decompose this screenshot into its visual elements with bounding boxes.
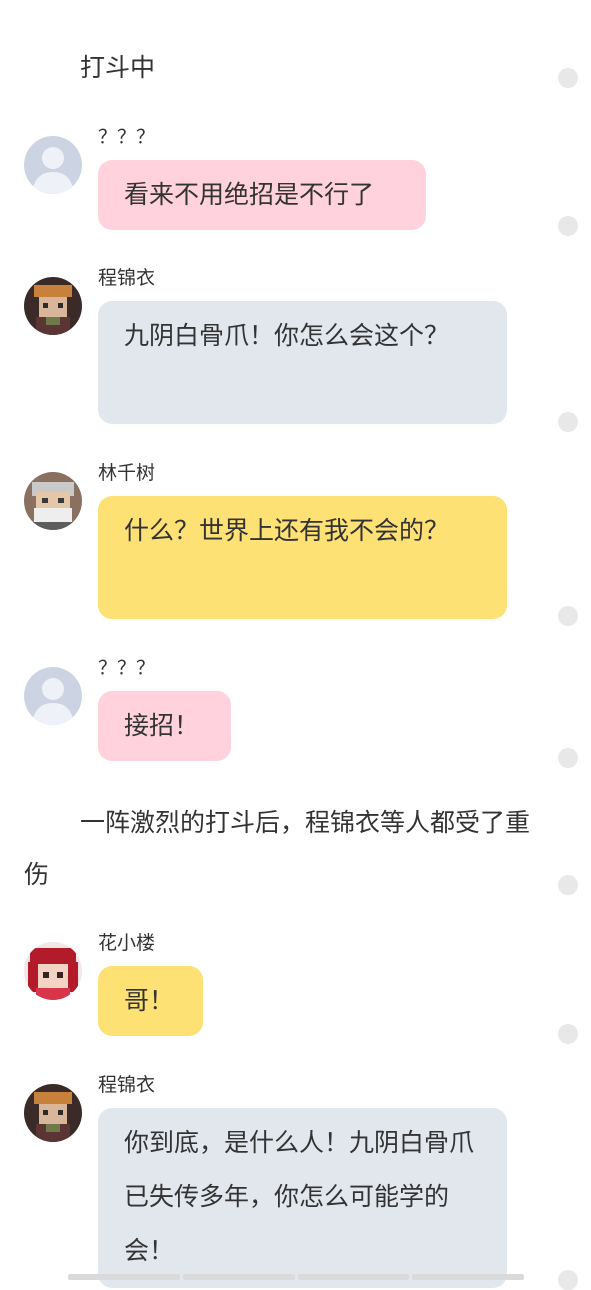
scroll-segment bbox=[182, 1274, 295, 1280]
character-avatar-icon[interactable] bbox=[24, 277, 82, 335]
dot-indicator[interactable] bbox=[558, 1024, 578, 1044]
message-bubble[interactable]: 什么？世界上还有我不会的？ bbox=[98, 496, 507, 619]
character-avatar-icon[interactable] bbox=[24, 472, 82, 530]
message-bubble[interactable]: 九阴白骨爪！你怎么会这个？ bbox=[98, 301, 507, 424]
narration-text: 打斗中 bbox=[80, 53, 156, 82]
dot-indicator[interactable] bbox=[558, 68, 578, 88]
speaker-name: 程锦衣 bbox=[98, 1074, 156, 1096]
dot-indicator[interactable] bbox=[558, 1270, 578, 1290]
dot-indicator[interactable] bbox=[558, 748, 578, 768]
character-avatar-icon[interactable] bbox=[24, 1084, 82, 1142]
message-bubble[interactable]: 哥！ bbox=[98, 966, 203, 1036]
scroll-segment bbox=[297, 1274, 410, 1280]
scroll-segment bbox=[412, 1274, 524, 1280]
default-avatar-icon[interactable] bbox=[24, 667, 82, 725]
speaker-name: ？？？ bbox=[98, 126, 156, 148]
speaker-name: 花小楼 bbox=[98, 932, 156, 954]
bottom-scroll-indicator[interactable] bbox=[68, 1274, 524, 1280]
message-bubble[interactable]: 接招！ bbox=[98, 691, 231, 761]
narration-text: 一阵激烈的打斗后，程锦衣等人都受了重伤 bbox=[24, 808, 531, 889]
speaker-name: 林千树 bbox=[98, 462, 156, 484]
message-bubble[interactable]: 你到底，是什么人！九阴白骨爪已失传多年，你怎么可能学的会！ bbox=[98, 1108, 507, 1288]
default-avatar-icon[interactable] bbox=[24, 136, 82, 194]
dot-indicator[interactable] bbox=[558, 606, 578, 626]
dot-indicator[interactable] bbox=[558, 216, 578, 236]
dot-indicator[interactable] bbox=[558, 875, 578, 895]
message-bubble[interactable]: 看来不用绝招是不行了 bbox=[98, 160, 426, 230]
speaker-name: ？？？ bbox=[98, 657, 156, 679]
speaker-name: 程锦衣 bbox=[98, 267, 156, 289]
dot-indicator[interactable] bbox=[558, 412, 578, 432]
character-avatar-icon[interactable] bbox=[24, 942, 82, 1000]
scroll-segment bbox=[68, 1274, 180, 1280]
